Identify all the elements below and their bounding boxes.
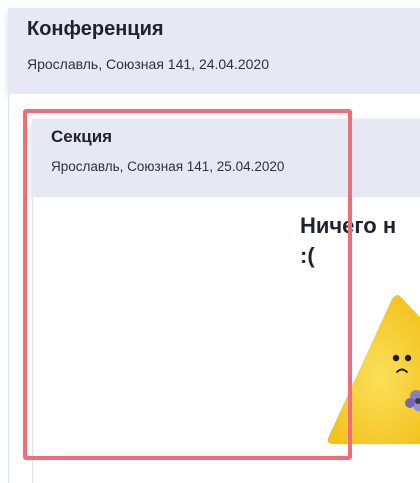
empty-state-message: Ничего н :(: [300, 213, 397, 268]
sad-triangle-mascot-icon: [327, 295, 420, 444]
conference-meta: Ярославль, Союзная 141, 24.04.2020: [27, 56, 270, 72]
page: Конференция Ярославль, Союзная 141, 24.0…: [0, 0, 420, 483]
mascot-left-eye: [392, 354, 400, 362]
section-meta: Ярославль, Союзная 141, 25.04.2020: [51, 159, 285, 174]
mascot-right-eye: [404, 354, 412, 362]
conference-card[interactable]: Конференция Ярославль, Союзная 141, 24.0…: [8, 8, 420, 94]
section-card[interactable]: Секция Ярославль, Союзная 141, 25.04.202…: [32, 119, 420, 197]
section-title: Секция: [51, 127, 113, 146]
conference-title: Конференция: [27, 18, 164, 40]
